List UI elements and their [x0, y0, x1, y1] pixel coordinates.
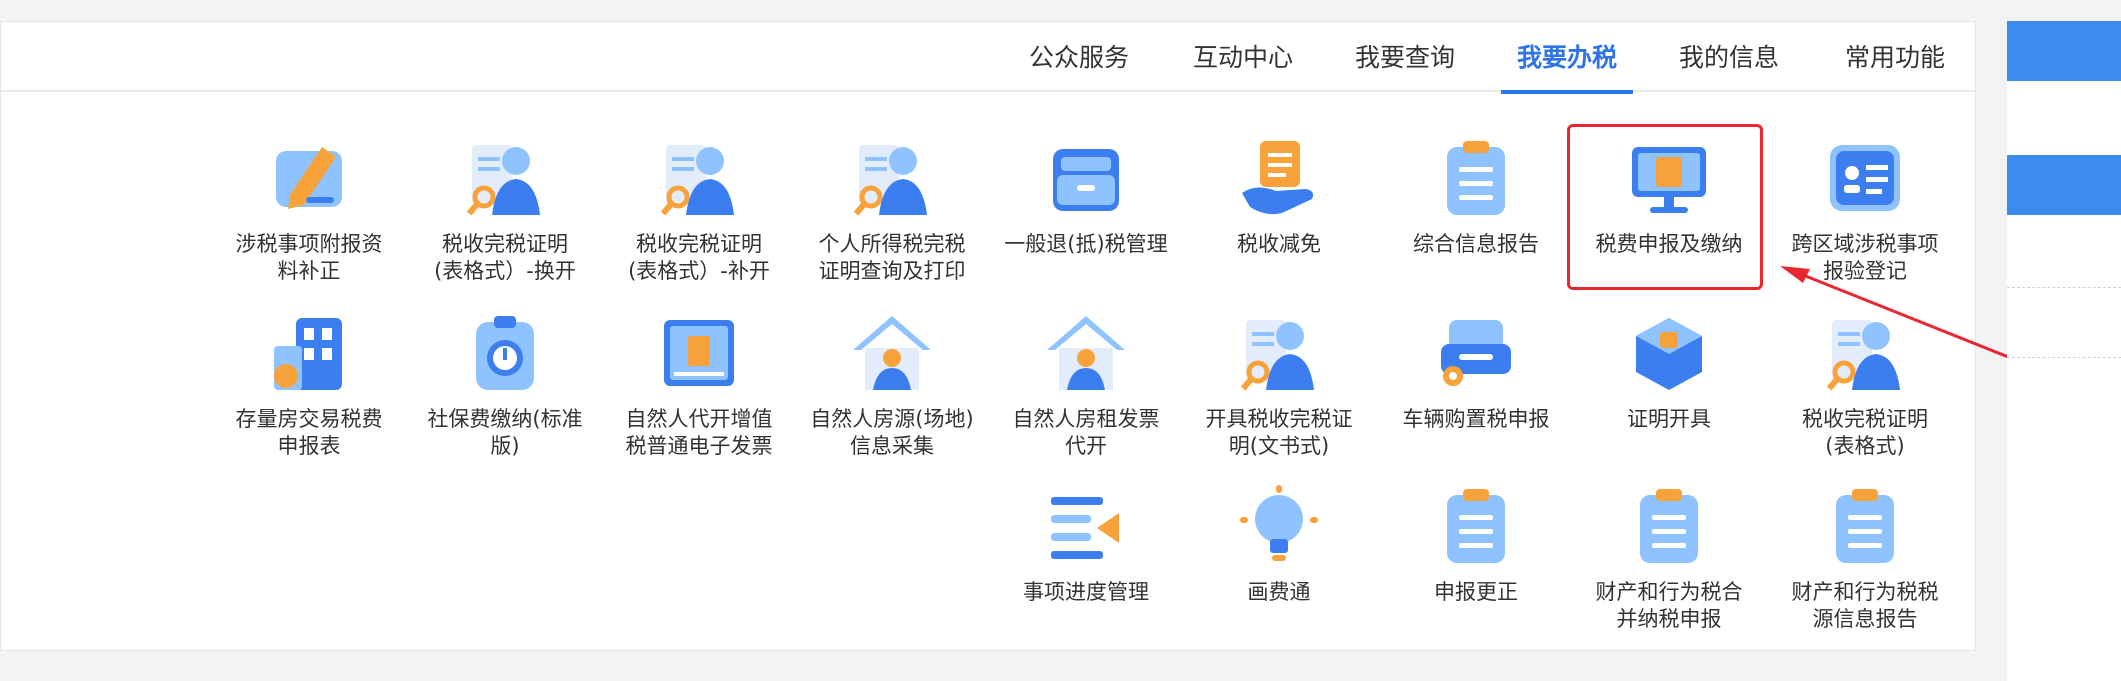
- sidebar-tab-2[interactable]: [2007, 155, 2121, 215]
- sidebar-divider: [2007, 287, 2121, 288]
- annotation-arrow: [1780, 266, 2121, 404]
- sidebar-divider: [2007, 357, 2121, 358]
- sidebar-tab-1[interactable]: [2007, 21, 2121, 81]
- right-sidebar: [2007, 21, 2121, 681]
